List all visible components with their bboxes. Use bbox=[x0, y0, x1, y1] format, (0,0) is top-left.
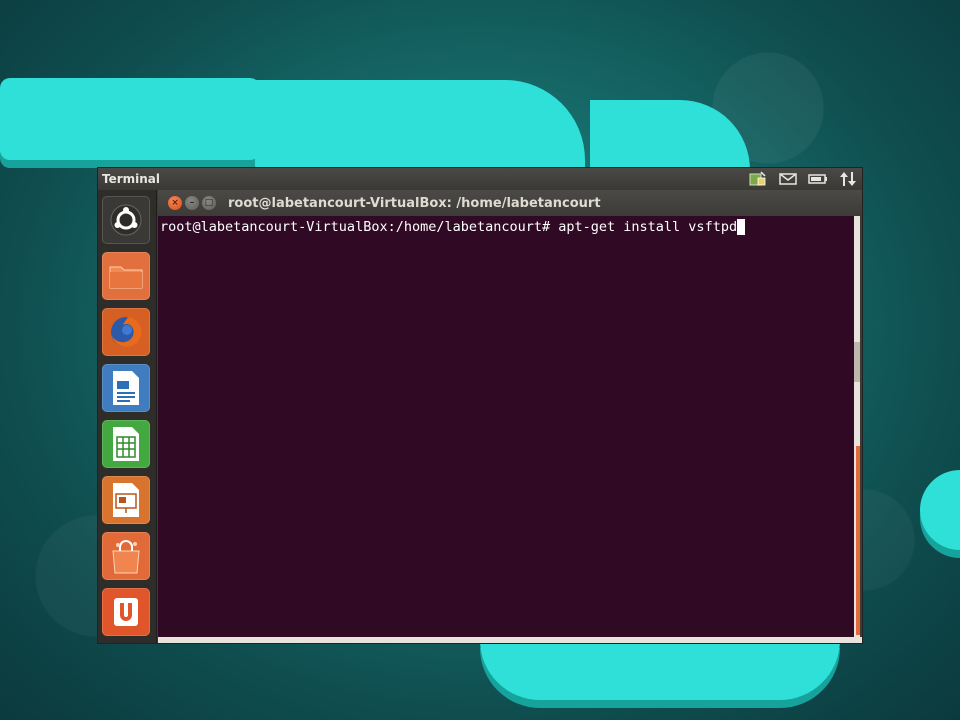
terminal-content[interactable]: root@labetancourt-VirtualBox:/home/labet… bbox=[158, 216, 854, 637]
terminal-scrollbar[interactable] bbox=[854, 216, 860, 637]
window-controls: × – □ bbox=[168, 196, 216, 210]
scrollbar-thumb[interactable] bbox=[854, 342, 860, 382]
launcher-libreoffice-writer[interactable] bbox=[102, 364, 150, 412]
mail-icon[interactable] bbox=[778, 171, 798, 187]
window-bottom-border bbox=[158, 637, 862, 643]
launcher bbox=[98, 190, 157, 643]
ubuntu-logo-icon bbox=[110, 204, 142, 236]
launcher-ubuntu-one[interactable] bbox=[102, 588, 150, 636]
text-cursor bbox=[737, 219, 746, 235]
ubuntu-screen: Terminal × – □ root@labetancourt-Virtual… bbox=[98, 168, 862, 643]
ubuntu-one-icon bbox=[114, 598, 138, 626]
firefox-icon bbox=[111, 316, 142, 347]
terminal-prompt: root@labetancourt-VirtualBox:/home/labet… bbox=[160, 219, 559, 235]
sync-arrows-icon[interactable] bbox=[838, 171, 858, 187]
maximize-button[interactable]: □ bbox=[202, 196, 216, 210]
launcher-files[interactable] bbox=[102, 252, 150, 300]
close-button[interactable]: × bbox=[168, 196, 182, 210]
scrollbar-overlay-indicator bbox=[856, 446, 860, 635]
network-icon[interactable] bbox=[748, 171, 768, 187]
terminal-command: apt-get install vsftpd bbox=[558, 219, 738, 235]
writer-icon bbox=[113, 371, 139, 405]
calc-icon bbox=[113, 427, 139, 461]
launcher-dash-home[interactable] bbox=[102, 196, 150, 244]
window-titlebar[interactable]: × – □ root@labetancourt-VirtualBox: /hom… bbox=[158, 190, 862, 216]
minimize-button[interactable]: – bbox=[185, 196, 199, 210]
terminal-window: × – □ root@labetancourt-VirtualBox: /hom… bbox=[158, 190, 862, 643]
shopping-bag-icon bbox=[112, 540, 140, 574]
window-title: root@labetancourt-VirtualBox: /home/labe… bbox=[228, 195, 601, 211]
folder-icon bbox=[109, 266, 143, 289]
background-logo-shape bbox=[0, 78, 260, 160]
battery-icon[interactable] bbox=[808, 171, 828, 187]
launcher-software-center[interactable] bbox=[102, 532, 150, 580]
indicator-area bbox=[748, 168, 858, 190]
impress-icon bbox=[113, 483, 139, 517]
launcher-firefox[interactable] bbox=[102, 308, 150, 356]
background-logo-shape bbox=[255, 80, 585, 170]
launcher-libreoffice-calc[interactable] bbox=[102, 420, 150, 468]
top-panel: Terminal bbox=[98, 168, 862, 190]
active-app-title: Terminal bbox=[102, 172, 161, 186]
launcher-libreoffice-impress[interactable] bbox=[102, 476, 150, 524]
background-logo-shape bbox=[480, 640, 840, 700]
